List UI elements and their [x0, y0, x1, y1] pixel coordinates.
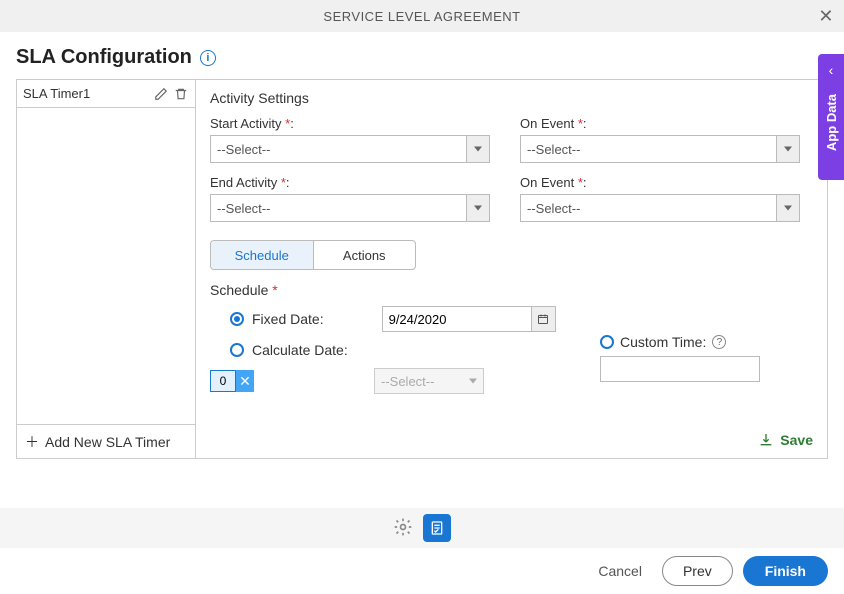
delete-icon[interactable]: [173, 86, 189, 102]
edit-icon[interactable]: [153, 86, 169, 102]
on-event-start-field: On Event *: --Select--: [520, 116, 800, 163]
footer-toolbar: [0, 508, 844, 548]
dialog-header: SERVICE LEVEL AGREEMENT ✕: [0, 0, 844, 32]
activity-row-1: Start Activity *: --Select-- On Event *:…: [210, 116, 813, 163]
timer-label: SLA Timer1: [23, 86, 149, 101]
tab-schedule[interactable]: Schedule: [211, 241, 314, 269]
app-data-label: App Data: [824, 94, 839, 151]
info-icon[interactable]: i: [200, 50, 216, 66]
fixed-date-radio[interactable]: [230, 312, 244, 326]
on-event-end-field: On Event *: --Select--: [520, 175, 800, 222]
finish-button[interactable]: Finish: [743, 556, 828, 586]
footer-buttons: Cancel Prev Finish: [0, 548, 844, 594]
start-activity-field: Start Activity *: --Select--: [210, 116, 490, 163]
custom-time-input[interactable]: [600, 356, 760, 382]
fixed-date-row: Fixed Date:: [230, 306, 560, 332]
form-icon[interactable]: [423, 514, 451, 542]
end-activity-field: End Activity *: --Select--: [210, 175, 490, 222]
add-timer-label: Add New SLA Timer: [45, 434, 170, 450]
app-data-panel-tab[interactable]: ‹ App Data: [818, 54, 844, 180]
calculate-date-radio[interactable]: [230, 343, 244, 357]
end-activity-label: End Activity *:: [210, 175, 490, 190]
gear-icon[interactable]: [393, 517, 413, 540]
sidebar-spacer: [17, 108, 195, 424]
activity-row-2: End Activity *: --Select-- On Event *: -…: [210, 175, 813, 222]
timer-item[interactable]: SLA Timer1: [17, 80, 195, 108]
content-panel: Activity Settings Start Activity *: --Se…: [196, 79, 828, 459]
calendar-icon[interactable]: [532, 306, 556, 332]
add-timer-button[interactable]: ＋ Add New SLA Timer: [17, 424, 195, 458]
tab-actions[interactable]: Actions: [314, 241, 416, 269]
fixed-date-label: Fixed Date:: [252, 311, 324, 327]
clear-icon[interactable]: ✕: [236, 370, 254, 392]
date-input[interactable]: [382, 306, 532, 332]
on-event-end-label: On Event *:: [520, 175, 800, 190]
custom-time-label: Custom Time:: [620, 334, 706, 350]
on-event-start-select[interactable]: --Select--: [520, 135, 800, 163]
on-event-end-select[interactable]: --Select--: [520, 194, 800, 222]
start-activity-select[interactable]: --Select--: [210, 135, 490, 163]
custom-time-radio[interactable]: [600, 335, 614, 349]
save-button[interactable]: Save: [758, 432, 813, 448]
on-event-start-label: On Event *:: [520, 116, 800, 131]
prev-button[interactable]: Prev: [662, 556, 733, 586]
close-icon[interactable]: ✕: [818, 6, 834, 27]
page-title-row: SLA Configuration i: [0, 32, 844, 79]
main-area: SLA Timer1 ＋ Add New SLA Timer Activity …: [0, 79, 844, 459]
start-activity-label: Start Activity *:: [210, 116, 490, 131]
footer: Cancel Prev Finish: [0, 508, 844, 594]
page-title: SLA Configuration: [16, 46, 192, 69]
cancel-button[interactable]: Cancel: [588, 557, 652, 585]
end-activity-select[interactable]: --Select--: [210, 194, 490, 222]
calc-number-input[interactable]: [210, 370, 236, 392]
dialog-title: SERVICE LEVEL AGREEMENT: [323, 9, 520, 24]
schedule-heading: Schedule *: [210, 282, 813, 298]
custom-time-group: Custom Time: ?: [600, 334, 760, 382]
calculate-date-label: Calculate Date:: [252, 342, 348, 358]
timer-sidebar: SLA Timer1 ＋ Add New SLA Timer: [16, 79, 196, 459]
plus-icon: ＋: [25, 432, 39, 452]
calculate-date-row: Calculate Date:: [230, 342, 560, 358]
help-icon[interactable]: ?: [712, 335, 726, 349]
tabs: Schedule Actions: [210, 240, 416, 270]
chevron-left-icon: ‹: [829, 62, 834, 78]
calc-unit-select[interactable]: --Select--: [374, 368, 484, 394]
activity-heading: Activity Settings: [210, 90, 813, 106]
